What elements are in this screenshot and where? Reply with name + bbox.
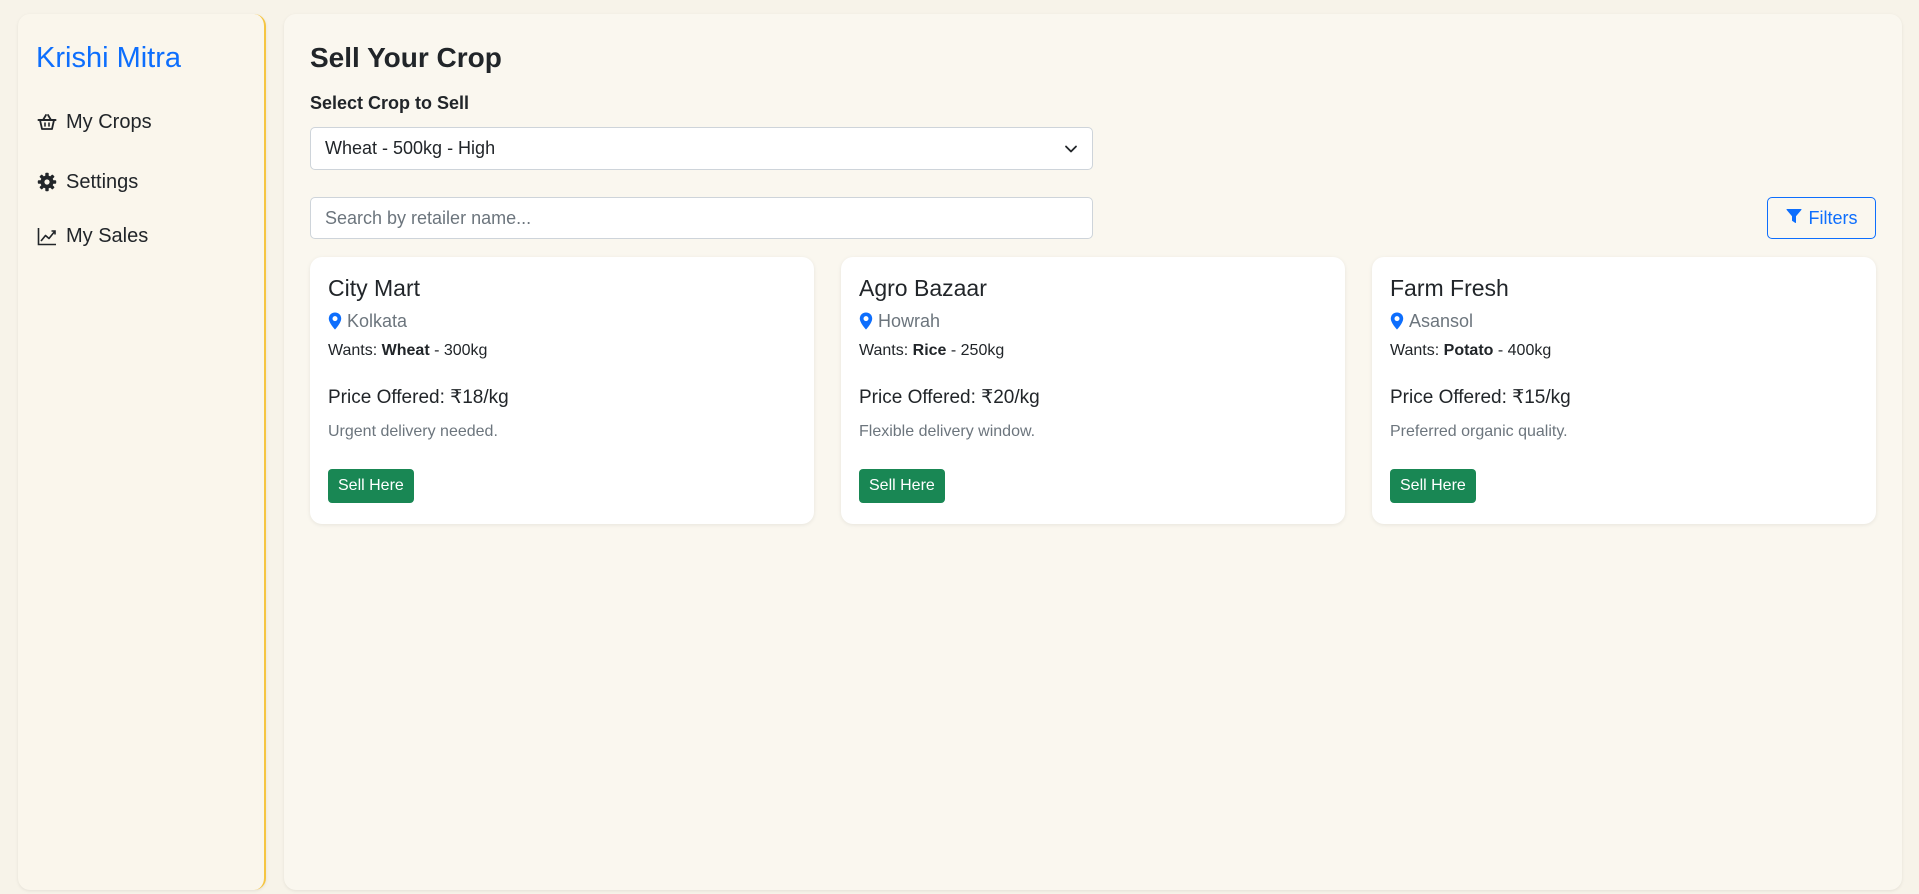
location-pin-icon — [1390, 312, 1404, 330]
sidebar-item-settings[interactable]: Settings — [36, 167, 264, 197]
retailer-card: Agro Bazaar Howrah Wants: Rice - 250kg P… — [841, 257, 1345, 524]
wants-prefix: Wants: — [328, 341, 382, 359]
retailer-price: Price Offered: ₹18/kg — [328, 386, 509, 408]
chevron-down-icon — [1064, 138, 1078, 159]
retailer-name: Farm Fresh — [1390, 275, 1509, 301]
retailer-location-text: Kolkata — [347, 310, 408, 331]
retailer-price: Price Offered: ₹20/kg — [859, 386, 1040, 408]
retailer-note: Flexible delivery window. — [859, 422, 1036, 440]
retailer-wants: Wants: Rice - 250kg — [859, 342, 1327, 360]
retailer-price: Price Offered: ₹15/kg — [1390, 386, 1571, 408]
sidebar-item-label: Settings — [66, 170, 139, 193]
wants-quantity: - 250kg — [946, 341, 1005, 359]
retailer-name: Agro Bazaar — [859, 275, 987, 301]
retailer-note: Preferred organic quality. — [1390, 422, 1568, 440]
retailer-card: Farm Fresh Asansol Wants: Potato - 400kg… — [1372, 257, 1876, 524]
retailer-location: Asansol — [1390, 311, 1858, 332]
sidebar: Krishi Mitra My Crops Settings My Sales — [18, 14, 266, 890]
wants-quantity: - 300kg — [429, 341, 488, 359]
retailer-location-text: Asansol — [1409, 310, 1474, 331]
wants-quantity: - 400kg — [1493, 341, 1552, 359]
filters-label: Filters — [1808, 207, 1858, 228]
retailer-wants: Wants: Wheat - 300kg — [328, 342, 796, 360]
crop-select-value: Wheat - 500kg - High — [325, 138, 496, 158]
basket-icon — [36, 111, 58, 133]
sell-here-button[interactable]: Sell Here — [328, 468, 414, 503]
wants-crop: Potato — [1443, 341, 1494, 359]
retailer-wants: Wants: Potato - 400kg — [1390, 342, 1858, 360]
crop-select[interactable]: Wheat - 500kg - High — [310, 127, 1093, 170]
sell-here-button[interactable]: Sell Here — [1390, 468, 1476, 503]
retailer-location-text: Howrah — [878, 310, 941, 331]
retailer-name: City Mart — [328, 275, 420, 301]
sidebar-item-my-sales[interactable]: My Sales — [36, 221, 264, 251]
chart-line-icon — [36, 225, 58, 247]
wants-crop: Wheat — [381, 341, 430, 359]
sidebar-item-label: My Sales — [66, 224, 149, 247]
sidebar-item-my-crops[interactable]: My Crops — [36, 107, 264, 137]
wants-prefix: Wants: — [1390, 341, 1444, 359]
crop-select-label: Select Crop to Sell — [310, 93, 470, 113]
gear-icon — [36, 171, 58, 193]
main-panel: Sell Your Crop Select Crop to Sell Wheat… — [284, 14, 1902, 890]
location-pin-icon — [328, 312, 342, 330]
brand-title[interactable]: Krishi Mitra — [36, 44, 264, 73]
filter-icon — [1786, 208, 1802, 229]
location-pin-icon — [859, 312, 873, 330]
page-title: Sell Your Crop — [310, 42, 502, 73]
sell-here-button[interactable]: Sell Here — [859, 468, 945, 503]
retailer-card: City Mart Kolkata Wants: Wheat - 300kg P… — [310, 257, 814, 524]
retailer-note: Urgent delivery needed. — [328, 422, 498, 440]
retailer-location: Kolkata — [328, 311, 796, 332]
sidebar-item-label: My Crops — [66, 110, 152, 133]
wants-crop: Rice — [912, 341, 947, 359]
wants-prefix: Wants: — [859, 341, 913, 359]
search-input[interactable] — [310, 197, 1093, 239]
filters-button[interactable]: Filters — [1767, 197, 1876, 239]
retailer-location: Howrah — [859, 311, 1327, 332]
